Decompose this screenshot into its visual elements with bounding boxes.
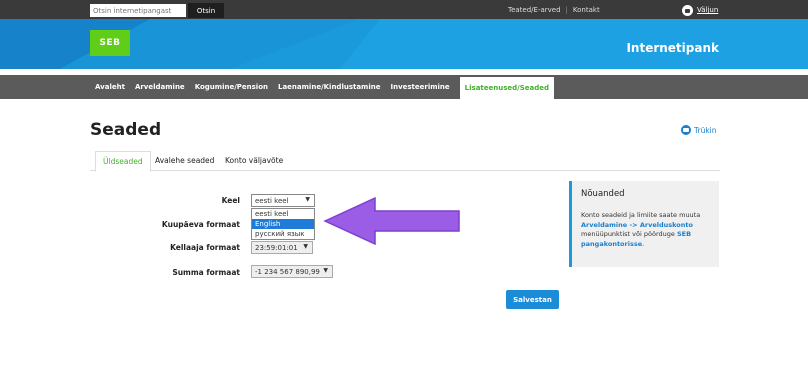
print-label: Trükin <box>694 125 717 135</box>
language-option-highlighted[interactable]: English <box>252 219 314 229</box>
tab-general[interactable]: Üldseaded <box>95 151 151 172</box>
nav-item-savings[interactable]: Kogumine/Pension <box>195 83 268 91</box>
annotation-arrow <box>323 196 460 246</box>
chevron-down-icon: ▼ <box>323 267 328 274</box>
nav-item-settings[interactable]: Lisateenused/Seaded <box>459 77 554 99</box>
language-label: Keel <box>221 196 240 205</box>
date-format-label: Kuupäeva formaat <box>161 220 240 229</box>
language-select[interactable]: eesti keel ▼ <box>251 194 315 207</box>
sum-format-label: Summa formaat <box>172 268 240 277</box>
settings-tabs: Üldseaded Avalehe seaded Konto väljavõte <box>90 151 720 172</box>
header-banner: SEB Internetipank <box>0 19 808 69</box>
chevron-down-icon: ▼ <box>303 243 308 250</box>
advice-text-2: menüüpunktist või pöörduge <box>581 230 675 238</box>
link-messages[interactable]: Teated/E-arved <box>508 6 561 14</box>
page-title: Seaded <box>90 120 162 140</box>
advice-text: Konto seadeid ja limiite saate muuta Arv… <box>581 211 710 249</box>
time-format-value: 23:59:01:01 <box>255 243 298 252</box>
nav-item-investing[interactable]: Investeerimine <box>390 83 449 91</box>
link-contact[interactable]: Kontakt <box>573 6 600 14</box>
logout-button[interactable]: Väljun <box>682 3 718 17</box>
bank-title: Internetipank <box>626 41 719 55</box>
advice-panel: Nõuanded Konto seadeid ja limiite saate … <box>569 181 719 267</box>
advice-link-account[interactable]: Arveldamine -> Arvelduskonto <box>581 221 693 229</box>
search-button[interactable]: Otsin <box>188 3 224 18</box>
logout-label: Väljun <box>697 6 719 14</box>
top-links: Teated/E-arved | Kontakt <box>508 0 600 19</box>
advice-text-1: Konto seadeid ja limiite saate muuta <box>581 211 701 219</box>
chevron-down-icon: ▼ <box>305 196 310 203</box>
sum-format-value: -1 234 567 890,99 <box>255 267 320 276</box>
sum-format-select[interactable]: -1 234 567 890,99 ▼ <box>251 265 333 278</box>
time-format-label: Kellaaja formaat <box>170 243 240 252</box>
nav-item-payments[interactable]: Arveldamine <box>135 83 185 91</box>
main-nav: Avaleht Arveldamine Kogumine/Pension Lae… <box>0 75 808 99</box>
advice-title: Nõuanded <box>581 189 625 199</box>
language-value: eesti keel <box>255 196 289 205</box>
time-format-select[interactable]: 23:59:01:01 ▼ <box>251 241 313 254</box>
tab-home-settings[interactable]: Avalehe seaded <box>148 151 221 171</box>
lock-icon <box>682 4 693 16</box>
language-option[interactable]: русский язык <box>252 229 314 239</box>
language-dropdown: eesti keel English русский язык <box>251 208 315 240</box>
nav-item-home[interactable]: Avaleht <box>95 83 125 91</box>
print-icon <box>681 125 691 135</box>
save-button[interactable]: Salvestan <box>506 290 559 309</box>
advice-text-3: . <box>642 239 645 248</box>
top-bar: Otsin Teated/E-arved | Kontakt Väljun <box>0 0 808 19</box>
divider: | <box>565 5 568 14</box>
seb-logo[interactable]: SEB <box>90 30 130 56</box>
search-input[interactable] <box>90 4 186 17</box>
advice-link-branch[interactable]: pangakontorisse <box>581 240 642 248</box>
language-option[interactable]: eesti keel <box>252 209 314 219</box>
tab-account-statement[interactable]: Konto väljavõte <box>218 151 290 171</box>
advice-link-seb[interactable]: SEB <box>677 230 691 238</box>
nav-item-loans[interactable]: Laenamine/Kindlustamine <box>278 83 380 91</box>
print-button[interactable]: Trükin <box>681 125 717 135</box>
